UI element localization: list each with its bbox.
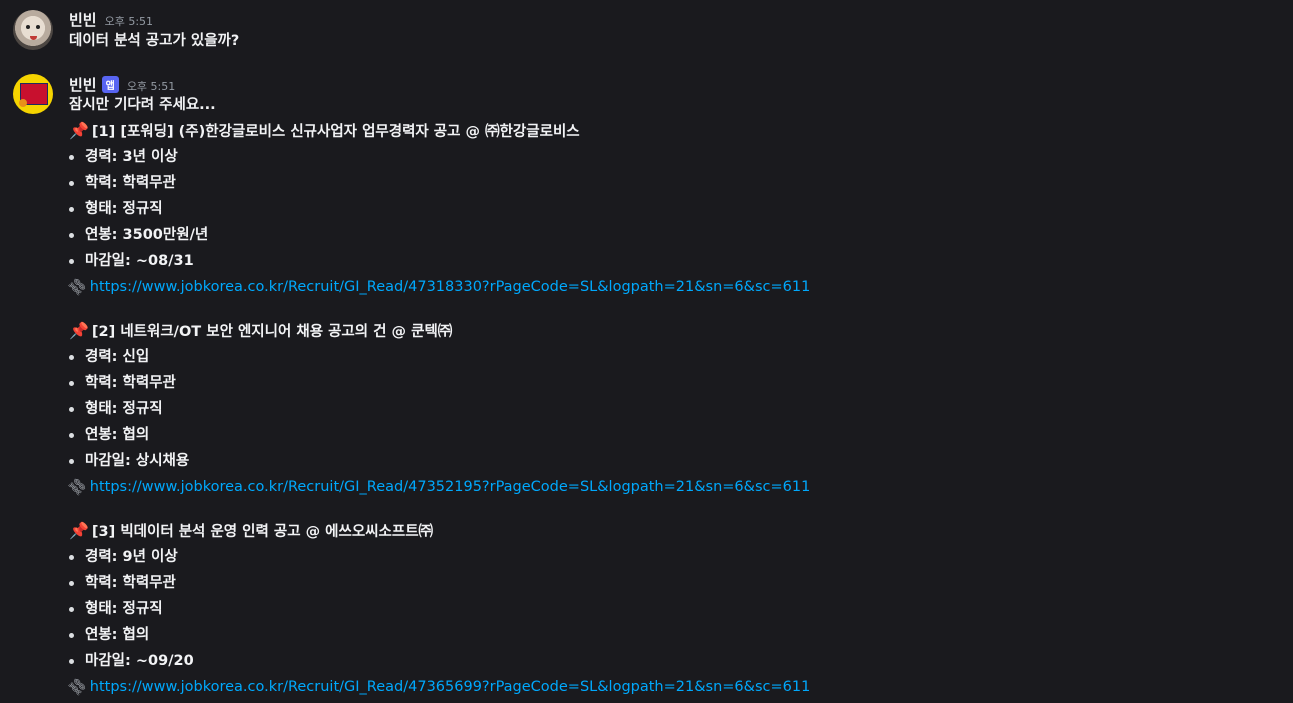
job-title-text: [1] [포워딩] (주)한강글로비스 신규사업자 업무경력자 공고 @ ㈜한강… (91, 124, 580, 140)
bullet-icon (69, 581, 74, 586)
job-detail: 연봉: 3500만원/년 (85, 227, 209, 243)
job-title-text: [3] 빅데이터 분석 운영 인력 공고 @ 에쓰오씨소프트㈜ (91, 524, 434, 540)
bullet-icon (69, 155, 74, 160)
job-title: 📌 [1] [포워딩] (주)한강글로비스 신규사업자 업무경력자 공고 @ ㈜한… (69, 121, 580, 142)
job-detail: 학력: 학력무관 (85, 175, 176, 191)
job-link[interactable]: https://www.jobkorea.co.kr/Recruit/GI_Re… (90, 479, 811, 495)
user-avatar[interactable] (13, 10, 53, 50)
timestamp: 오후 5:51 (126, 80, 176, 93)
job-detail: 연봉: 협의 (85, 427, 150, 443)
job-link[interactable]: https://www.jobkorea.co.kr/Recruit/GI_Re… (90, 679, 811, 695)
job-title: 📌 [2] 네트워크/OT 보안 엔지니어 채용 공고의 건 @ 쿤텍㈜ (69, 321, 452, 342)
bullet-icon (69, 459, 74, 464)
job-link-row: ⛓https://www.jobkorea.co.kr/Recruit/GI_R… (66, 675, 811, 699)
job-detail: 마감일: 상시채용 (85, 453, 190, 469)
bot-avatar[interactable] (13, 74, 53, 114)
job-link[interactable]: https://www.jobkorea.co.kr/Recruit/GI_Re… (90, 279, 811, 295)
avatar-mouth (30, 36, 37, 40)
bullet-icon (69, 181, 74, 186)
job-detail: 학력: 학력무관 (85, 575, 176, 591)
bullet-icon (69, 633, 74, 638)
message-header: 빈빈 오후 5:51 (69, 9, 153, 29)
bullet-icon (69, 555, 74, 560)
job-link-row: ⛓https://www.jobkorea.co.kr/Recruit/GI_R… (66, 475, 811, 499)
username[interactable]: 빈빈 (69, 9, 97, 30)
timestamp: 오후 5:51 (104, 15, 154, 28)
username[interactable]: 빈빈 (69, 74, 97, 95)
avatar-dot (19, 99, 27, 107)
bullet-icon (69, 659, 74, 664)
bullet-icon (69, 381, 74, 386)
app-badge: 앱 (101, 76, 119, 93)
job-title: 📌 [3] 빅데이터 분석 운영 인력 공고 @ 에쓰오씨소프트㈜ (69, 521, 433, 542)
message-text: 데이터 분석 공고가 있을까? (69, 33, 240, 49)
pushpin-icon: 📌 (69, 321, 89, 340)
link-icon: ⛓ (65, 475, 90, 499)
job-detail: 학력: 학력무관 (85, 375, 176, 391)
bullet-icon (69, 433, 74, 438)
job-detail: 경력: 3년 이상 (85, 149, 178, 165)
job-detail: 마감일: ~08/31 (85, 253, 194, 269)
bullet-icon (69, 355, 74, 360)
pushpin-icon: 📌 (69, 521, 89, 540)
job-detail: 연봉: 협의 (85, 627, 150, 643)
bullet-icon (69, 259, 74, 264)
bullet-icon (69, 407, 74, 412)
bullet-icon (69, 233, 74, 238)
job-detail: 형태: 정규직 (85, 601, 163, 617)
job-detail: 형태: 정규직 (85, 201, 163, 217)
pushpin-icon: 📌 (69, 121, 89, 140)
link-icon: ⛓ (65, 675, 90, 699)
bullet-icon (69, 207, 74, 212)
bullet-icon (69, 607, 74, 612)
job-detail: 형태: 정규직 (85, 401, 163, 417)
job-link-row: ⛓https://www.jobkorea.co.kr/Recruit/GI_R… (66, 275, 811, 299)
job-detail: 경력: 신입 (85, 349, 150, 365)
avatar-eye (26, 25, 30, 29)
avatar-eye (36, 25, 40, 29)
job-detail: 마감일: ~09/20 (85, 653, 194, 669)
message-header: 빈빈 앱 오후 5:51 (69, 74, 175, 94)
job-detail: 경력: 9년 이상 (85, 549, 178, 565)
link-icon: ⛓ (65, 275, 90, 299)
intro-text: 잠시만 기다려 주세요... (69, 97, 216, 113)
job-title-text: [2] 네트워크/OT 보안 엔지니어 채용 공고의 건 @ 쿤텍㈜ (91, 324, 453, 340)
